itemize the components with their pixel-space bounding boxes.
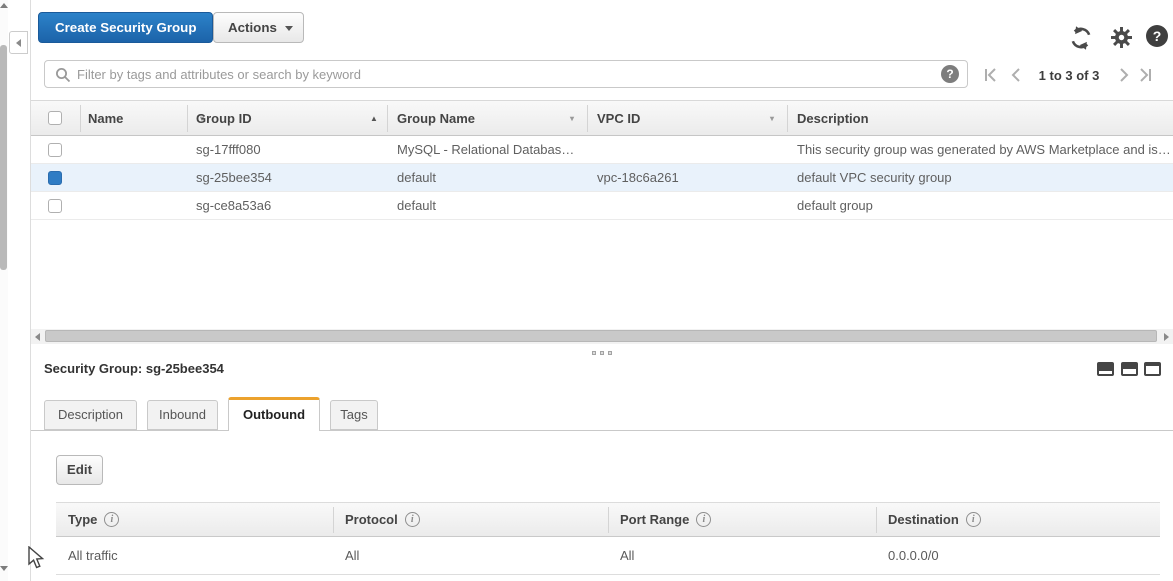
cell-description: default VPC security group bbox=[797, 170, 952, 185]
filter-input[interactable] bbox=[77, 62, 917, 86]
cell-group-name: default bbox=[397, 198, 437, 213]
pane-resize-handle[interactable] bbox=[592, 351, 612, 355]
tab-description[interactable]: Description bbox=[44, 400, 137, 430]
actions-button-label: Actions bbox=[228, 20, 277, 35]
column-label: Type bbox=[68, 512, 98, 527]
security-groups-console: Create Security Group Actions ? ? bbox=[0, 0, 1173, 581]
rules-table-header: Type i Protocol i Port Range i Destinati… bbox=[56, 502, 1160, 537]
column-label: Description bbox=[797, 111, 869, 126]
column-header-name[interactable]: Name ▾ bbox=[88, 111, 204, 126]
filter-dropdown-icon[interactable]: ▾ bbox=[770, 114, 774, 123]
column-separator bbox=[587, 105, 588, 132]
column-header-group-id[interactable]: Group ID ▲ bbox=[196, 111, 378, 126]
column-separator bbox=[387, 105, 388, 132]
sidebar-collapse-handle[interactable] bbox=[9, 31, 28, 54]
pane-minimize-icon[interactable] bbox=[1097, 362, 1114, 376]
cell-group-id: sg-25bee354 bbox=[196, 170, 272, 185]
cell-group-id: sg-17fff080 bbox=[196, 142, 261, 157]
tab-outbound[interactable]: Outbound bbox=[228, 397, 320, 431]
column-label: Group Name bbox=[397, 111, 476, 126]
cell-type: All traffic bbox=[68, 548, 118, 563]
refresh-icon[interactable] bbox=[1068, 25, 1094, 51]
column-separator bbox=[876, 507, 877, 533]
detail-panel-title: Security Group: sg-25bee354 bbox=[44, 361, 224, 376]
vertical-scroll-thumb[interactable] bbox=[0, 45, 7, 270]
column-label: Protocol bbox=[345, 512, 398, 527]
vertical-scrollbar[interactable] bbox=[0, 0, 8, 581]
horizontal-scroll-thumb[interactable] bbox=[45, 330, 1157, 342]
first-page-icon[interactable] bbox=[982, 67, 1000, 83]
table-row[interactable]: sg-17fff080 MySQL - Relational Databas… … bbox=[31, 136, 1173, 164]
pagination-range: 1 to 3 of 3 bbox=[1038, 68, 1100, 83]
content-divider bbox=[30, 0, 31, 581]
info-icon[interactable]: i bbox=[965, 512, 981, 527]
tab-tags[interactable]: Tags bbox=[330, 400, 378, 430]
column-separator bbox=[80, 105, 81, 132]
info-icon[interactable]: i bbox=[696, 512, 712, 527]
mouse-cursor bbox=[28, 546, 45, 569]
filter-box[interactable]: ? bbox=[44, 60, 968, 88]
tab-inbound[interactable]: Inbound bbox=[147, 400, 218, 430]
column-header-protocol: Protocol i bbox=[345, 512, 420, 527]
cell-description: This security group was generated by AWS… bbox=[797, 142, 1171, 157]
scroll-left-icon[interactable] bbox=[35, 333, 40, 341]
horizontal-scrollbar[interactable] bbox=[31, 329, 1173, 344]
table-row[interactable]: sg-ce8a53a6 default default group bbox=[31, 192, 1173, 220]
tabs-divider bbox=[31, 430, 1173, 431]
help-icon[interactable]: ? bbox=[1146, 25, 1168, 47]
info-icon[interactable]: i bbox=[404, 512, 420, 527]
column-separator bbox=[333, 507, 334, 533]
column-separator bbox=[608, 507, 609, 533]
select-all-checkbox[interactable] bbox=[48, 111, 62, 125]
edit-button[interactable]: Edit bbox=[56, 455, 103, 485]
column-label: VPC ID bbox=[597, 111, 641, 126]
column-header-destination: Destination i bbox=[888, 512, 981, 527]
cell-description: default group bbox=[797, 198, 873, 213]
column-header-vpc-id[interactable]: VPC ID ▾ bbox=[597, 111, 774, 126]
cell-port-range: All bbox=[620, 548, 635, 563]
column-separator bbox=[187, 105, 188, 132]
groups-table-header: Name ▾ Group ID ▲ Group Name ▾ VPC ID ▾ … bbox=[31, 100, 1173, 136]
search-icon bbox=[56, 68, 71, 83]
pane-split-icon[interactable] bbox=[1121, 362, 1138, 376]
scroll-up-icon[interactable] bbox=[0, 3, 8, 8]
column-label: Group ID bbox=[196, 111, 252, 126]
cell-vpc-id: vpc-18c6a261 bbox=[597, 170, 679, 185]
create-security-group-button[interactable]: Create Security Group bbox=[38, 12, 214, 43]
cell-protocol: All bbox=[345, 548, 360, 563]
row-checkbox-checked[interactable] bbox=[48, 171, 62, 185]
row-checkbox[interactable] bbox=[48, 143, 62, 157]
sort-ascending-icon[interactable]: ▲ bbox=[370, 114, 378, 123]
gear-icon[interactable] bbox=[1111, 27, 1132, 48]
column-label: Port Range bbox=[620, 512, 690, 527]
column-label: Destination bbox=[888, 512, 959, 527]
cell-group-id: sg-ce8a53a6 bbox=[196, 198, 272, 213]
column-header-type: Type i bbox=[68, 512, 120, 527]
filter-help-icon[interactable]: ? bbox=[941, 65, 959, 83]
column-header-port-range: Port Range i bbox=[620, 512, 712, 527]
cell-group-name: default bbox=[397, 170, 437, 185]
last-page-icon[interactable] bbox=[1136, 67, 1154, 83]
rule-row: All traffic All All 0.0.0.0/0 bbox=[56, 537, 1160, 575]
column-header-group-name[interactable]: Group Name ▾ bbox=[397, 111, 574, 126]
info-icon[interactable]: i bbox=[104, 512, 120, 527]
column-separator bbox=[787, 105, 788, 132]
column-label: Name bbox=[88, 111, 124, 126]
next-page-icon[interactable] bbox=[1114, 67, 1132, 83]
table-row-selected[interactable]: sg-25bee354 default vpc-18c6a261 default… bbox=[31, 164, 1173, 192]
actions-button[interactable]: Actions bbox=[213, 12, 304, 43]
scroll-down-icon[interactable] bbox=[0, 566, 8, 571]
chevron-left-icon bbox=[16, 38, 21, 47]
column-header-description[interactable]: Description bbox=[797, 111, 869, 126]
chevron-down-icon bbox=[284, 26, 293, 31]
cell-group-name: MySQL - Relational Databas… bbox=[397, 142, 575, 157]
row-checkbox[interactable] bbox=[48, 199, 62, 213]
pane-maximize-icon[interactable] bbox=[1144, 362, 1161, 376]
cell-destination: 0.0.0.0/0 bbox=[888, 548, 939, 563]
filter-dropdown-icon[interactable]: ▾ bbox=[570, 114, 574, 123]
scroll-right-icon[interactable] bbox=[1164, 333, 1169, 341]
previous-page-icon[interactable] bbox=[1008, 67, 1026, 83]
